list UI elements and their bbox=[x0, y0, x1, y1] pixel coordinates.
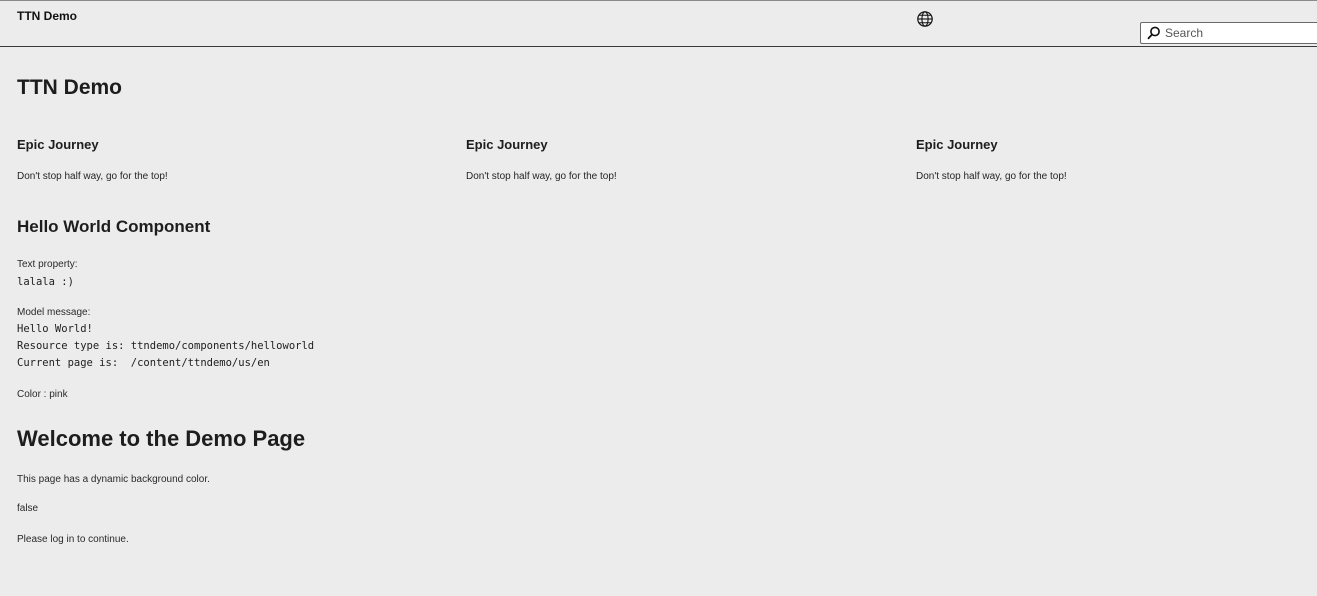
card-title: Epic Journey bbox=[466, 137, 548, 152]
card-text: Don't stop half way, go for the top! bbox=[916, 171, 1067, 182]
site-header: TTN Demo bbox=[0, 0, 1317, 47]
epic-journey-card: Epic Journey Don't stop half way, go for… bbox=[17, 137, 417, 183]
model-message-line: Resource type is: ttndemo/components/hel… bbox=[17, 340, 315, 352]
model-message-line: Current page is: /content/ttndemo/us/en bbox=[17, 357, 270, 369]
color-text: Color : pink bbox=[17, 389, 68, 400]
card-title: Epic Journey bbox=[17, 137, 99, 152]
dynamic-background-text: This page has a dynamic background color… bbox=[17, 474, 210, 485]
hello-world-title: Hello World Component bbox=[17, 217, 211, 236]
epic-journey-card: Epic Journey Don't stop half way, go for… bbox=[916, 137, 1316, 183]
site-title-link[interactable]: TTN Demo bbox=[17, 9, 77, 23]
search-icon bbox=[1147, 26, 1161, 40]
text-property-value: lalala :) bbox=[17, 276, 74, 288]
login-message: Please log in to continue. bbox=[17, 534, 129, 545]
boolean-value: false bbox=[17, 503, 39, 514]
globe-icon[interactable] bbox=[916, 10, 934, 28]
search-box[interactable] bbox=[1140, 22, 1317, 44]
search-input[interactable] bbox=[1165, 23, 1315, 43]
model-message-label: Model message: bbox=[17, 307, 91, 318]
welcome-title: Welcome to the Demo Page bbox=[17, 426, 306, 451]
card-text: Don't stop half way, go for the top! bbox=[466, 171, 617, 182]
page-title: TTN Demo bbox=[17, 76, 122, 99]
card-title: Epic Journey bbox=[916, 137, 998, 152]
card-text: Don't stop half way, go for the top! bbox=[17, 171, 168, 182]
epic-journey-card: Epic Journey Don't stop half way, go for… bbox=[466, 137, 866, 183]
model-message-line: Hello World! bbox=[17, 323, 93, 335]
text-property-label: Text property: bbox=[17, 259, 78, 270]
